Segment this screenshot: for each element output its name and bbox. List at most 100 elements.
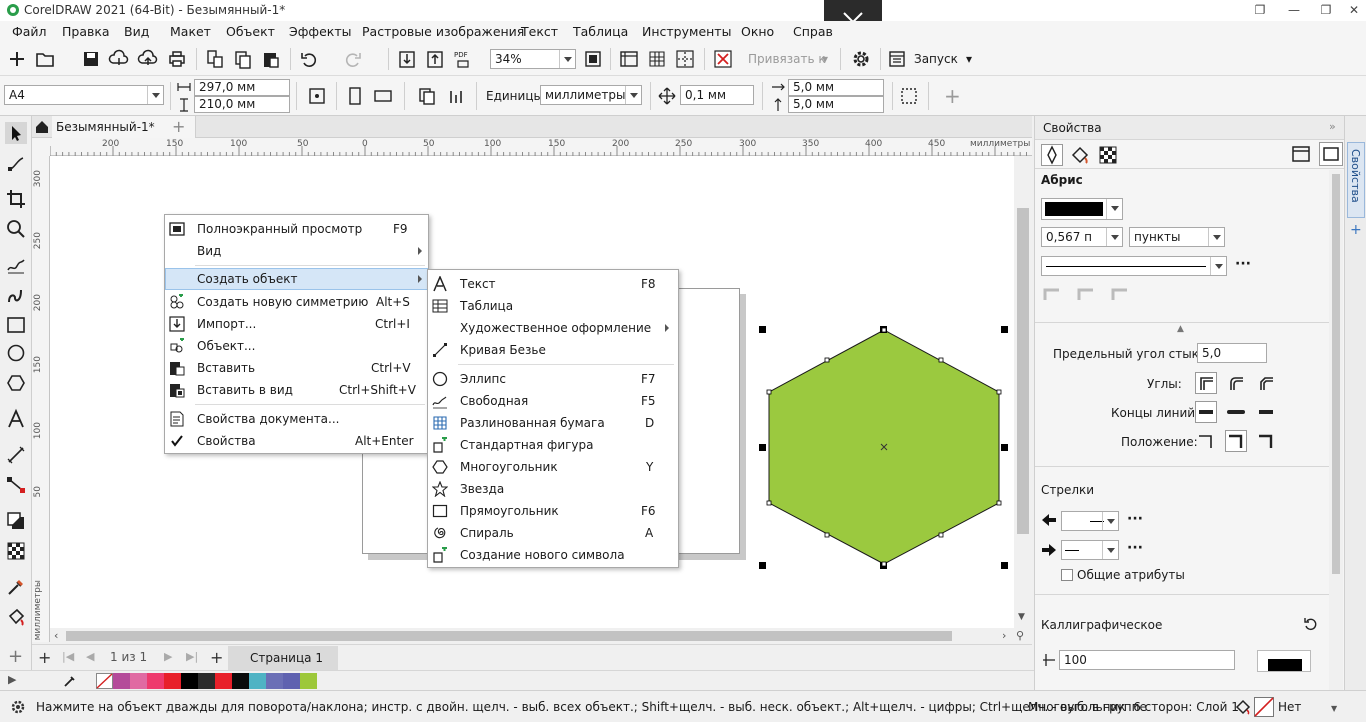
chevron-down-icon[interactable] bbox=[1102, 541, 1118, 559]
menu-item-paste-in-view[interactable]: Вставить в вид Ctrl+Shift+V bbox=[165, 379, 428, 401]
menu-item-properties[interactable]: Свойства Alt+Enter bbox=[165, 430, 428, 452]
chevron-down-icon[interactable] bbox=[1210, 257, 1226, 275]
rectangle-tool-icon[interactable] bbox=[5, 314, 27, 336]
launch-dropdown-icon[interactable]: ▾ bbox=[966, 52, 972, 66]
open-folder-icon[interactable] bbox=[34, 48, 56, 70]
ellipse-tool-icon[interactable] bbox=[5, 342, 27, 364]
menu-object[interactable]: Объект bbox=[226, 24, 275, 39]
line-cap-icons[interactable] bbox=[1195, 401, 1279, 423]
no-color-swatch[interactable] bbox=[96, 673, 113, 689]
menu-item-create-object[interactable]: Создать объект bbox=[165, 268, 428, 290]
maximize-button[interactable]: ❐ bbox=[1316, 1, 1336, 19]
menu-item-document-properties[interactable]: Свойства документа... bbox=[165, 408, 428, 430]
full-screen-preview-icon[interactable] bbox=[582, 48, 604, 70]
reset-icon[interactable] bbox=[1303, 616, 1319, 632]
zoom-tool-icon[interactable] bbox=[5, 218, 27, 240]
grid-icon[interactable] bbox=[646, 48, 668, 70]
connector-tool-icon[interactable] bbox=[5, 474, 27, 496]
menu-layout[interactable]: Макет bbox=[170, 24, 211, 39]
color-swatch[interactable] bbox=[113, 673, 130, 689]
submenu-item-text[interactable]: Текст F8 bbox=[428, 273, 678, 295]
page-tab[interactable]: Страница 1 bbox=[228, 646, 338, 670]
scroll-right-icon[interactable]: › bbox=[1002, 629, 1006, 642]
miter-limit-input[interactable]: 5,0 bbox=[1197, 343, 1267, 363]
gear-icon[interactable] bbox=[850, 48, 872, 70]
menu-window[interactable]: Окно bbox=[741, 24, 774, 39]
artistic-media-tool-icon[interactable] bbox=[5, 284, 27, 306]
launch-icon[interactable] bbox=[886, 48, 908, 70]
submenu-item-bezier-curve[interactable]: Кривая Безье bbox=[428, 339, 678, 361]
save-icon[interactable] bbox=[80, 48, 102, 70]
menu-item-paste[interactable]: Вставить Ctrl+V bbox=[165, 357, 428, 379]
vertical-scroll-thumb[interactable] bbox=[1017, 208, 1029, 534]
snap-off-icon[interactable] bbox=[712, 48, 734, 70]
ruler-origin[interactable] bbox=[32, 138, 50, 156]
color-swatch[interactable] bbox=[300, 673, 317, 689]
copy-icon[interactable] bbox=[232, 48, 254, 70]
outline-pen-icon[interactable] bbox=[1041, 144, 1063, 166]
vertical-ruler[interactable]: 300 250 200 150 100 50 миллиметры bbox=[32, 156, 50, 642]
no-fill-swatch[interactable] bbox=[1254, 697, 1274, 717]
horizontal-ruler[interactable]: 200 150 100 50 0 50 100 150 200 250 300 … bbox=[50, 138, 1032, 156]
next-page-icon[interactable]: ▶ bbox=[164, 650, 172, 663]
current-page-icon[interactable] bbox=[446, 85, 468, 107]
color-swatch[interactable] bbox=[181, 673, 198, 689]
menu-item-view[interactable]: Вид bbox=[165, 240, 428, 262]
shared-attributes-checkbox[interactable] bbox=[1061, 569, 1073, 581]
zoom-navigator-icon[interactable]: ⚲ bbox=[1016, 629, 1024, 642]
menu-item-import[interactable]: Импорт... Ctrl+I bbox=[165, 313, 428, 335]
submenu-item-new-symbol[interactable]: Создание нового символа bbox=[428, 544, 678, 566]
cloud-publish-icon[interactable] bbox=[137, 48, 159, 70]
menu-tools[interactable]: Инструменты bbox=[642, 24, 731, 39]
menu-edit[interactable]: Правка bbox=[62, 24, 110, 39]
end-arrow-select[interactable] bbox=[1061, 540, 1119, 560]
restore-panel-icon[interactable]: ❐ bbox=[1250, 1, 1270, 19]
submenu-item-spiral[interactable]: Спираль A bbox=[428, 522, 678, 544]
submenu-item-rectangle[interactable]: Прямоугольник F6 bbox=[428, 500, 678, 522]
fill-icon[interactable] bbox=[1069, 144, 1091, 166]
eyedropper-icon[interactable] bbox=[62, 673, 78, 689]
color-swatch[interactable] bbox=[249, 673, 266, 689]
pick-tool-icon[interactable] bbox=[5, 122, 27, 144]
menu-item-new-symmetry[interactable]: Создать новую симметрию Alt+S bbox=[165, 291, 428, 313]
submenu-item-polygon[interactable]: Многоугольник Y bbox=[428, 456, 678, 478]
color-swatch[interactable] bbox=[266, 673, 283, 689]
selected-polygon[interactable] bbox=[756, 322, 1010, 570]
properties-docker-tab[interactable]: Свойства bbox=[1347, 142, 1365, 218]
menu-bitmaps[interactable]: Растровые изображения bbox=[362, 24, 524, 39]
new-document-icon[interactable] bbox=[6, 48, 28, 70]
page-height-input[interactable]: 210,0 мм bbox=[194, 96, 290, 113]
start-arrow-select[interactable] bbox=[1061, 511, 1119, 531]
menu-help[interactable]: Справ bbox=[793, 24, 833, 39]
outline-width-input[interactable]: 0,567 п bbox=[1041, 227, 1123, 247]
all-pages-icon[interactable] bbox=[416, 85, 438, 107]
previous-page-icon[interactable]: ◀ bbox=[86, 650, 94, 663]
page-layout-icon[interactable] bbox=[306, 85, 328, 107]
interactive-fill-tool-icon[interactable] bbox=[5, 606, 27, 628]
cut-icon[interactable] bbox=[204, 48, 226, 70]
cloud-upload-icon[interactable] bbox=[108, 48, 130, 70]
vertical-scrollbar[interactable]: ▼ bbox=[1014, 156, 1032, 628]
chevron-down-icon[interactable] bbox=[1106, 199, 1122, 219]
menu-text[interactable]: Текст bbox=[521, 24, 558, 39]
docker-expand-icon[interactable]: » bbox=[1329, 120, 1336, 133]
parallel-dimension-tool-icon[interactable] bbox=[5, 444, 27, 466]
menu-item-full-screen-preview[interactable]: Полноэкранный просмотр F9 bbox=[165, 218, 428, 240]
menu-view[interactable]: Вид bbox=[124, 24, 149, 39]
color-swatch[interactable] bbox=[232, 673, 249, 689]
paste-icon[interactable] bbox=[260, 48, 282, 70]
guidelines-icon[interactable] bbox=[674, 48, 696, 70]
undo-icon[interactable] bbox=[298, 48, 320, 70]
outline-unit-select[interactable]: пункты bbox=[1129, 227, 1225, 247]
page-size-select[interactable]: A4 bbox=[4, 85, 164, 105]
duplicate-y-input[interactable]: 5,0 мм bbox=[788, 96, 884, 113]
polygon-tool-icon[interactable] bbox=[5, 372, 27, 394]
submenu-item-table[interactable]: Таблица bbox=[428, 295, 678, 317]
rulers-icon[interactable] bbox=[618, 48, 640, 70]
add-docker-icon[interactable]: + bbox=[1350, 222, 1362, 238]
crop-tool-icon[interactable] bbox=[5, 188, 27, 210]
menu-file[interactable]: Файл bbox=[12, 24, 47, 39]
duplicate-x-input[interactable]: 5,0 мм bbox=[788, 79, 884, 96]
last-page-icon[interactable]: ▶| bbox=[186, 650, 198, 663]
palette-scroll-left-icon[interactable]: ▶ bbox=[8, 673, 16, 686]
